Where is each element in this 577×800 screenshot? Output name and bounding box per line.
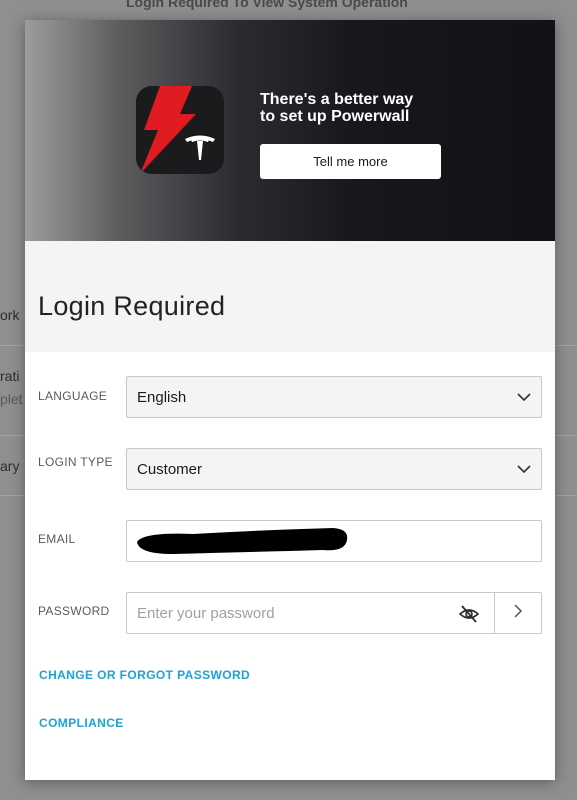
password-input[interactable] — [127, 593, 447, 633]
banner-headline: There's a better way to set up Powerwall — [260, 91, 500, 125]
page-title: Login Required — [38, 291, 226, 321]
email-field[interactable] — [126, 520, 542, 562]
language-label: LANGUAGE — [38, 389, 108, 403]
banner-headline-line-2: to set up Powerwall — [260, 108, 410, 125]
login-type-value: Customer — [137, 460, 203, 478]
password-label: PASSWORD — [38, 604, 110, 618]
background-header: Login Required To View System Operation — [126, 0, 408, 10]
background-text: ary — [0, 458, 20, 474]
language-select[interactable]: English — [126, 376, 542, 418]
email-label: EMAIL — [38, 532, 76, 546]
password-field-wrapper — [126, 592, 494, 634]
change-password-link[interactable]: CHANGE OR FORGOT PASSWORD — [39, 668, 250, 682]
eye-slash-icon[interactable] — [458, 603, 480, 625]
login-type-select[interactable]: Customer — [126, 448, 542, 490]
promo-banner: There's a better way to set up Powerwall… — [25, 20, 555, 241]
tesla-app-icon — [136, 86, 224, 174]
login-modal: There's a better way to set up Powerwall… — [25, 20, 555, 780]
language-value: English — [137, 388, 187, 406]
background-text: ork — [0, 307, 20, 323]
compliance-link[interactable]: COMPLIANCE — [39, 716, 124, 730]
chevron-down-icon — [517, 390, 531, 408]
tell-me-more-button[interactable]: Tell me more — [260, 144, 441, 179]
banner-headline-line-1: There's a better way — [260, 91, 414, 108]
submit-button[interactable] — [494, 592, 542, 634]
background-text: rati — [0, 368, 20, 384]
chevron-right-icon — [512, 603, 524, 623]
background-text: plet — [0, 391, 23, 407]
title-band: Login Required — [25, 241, 555, 352]
redaction-mark — [137, 528, 348, 554]
login-type-label: LOGIN TYPE — [38, 455, 113, 469]
chevron-down-icon — [517, 462, 531, 480]
